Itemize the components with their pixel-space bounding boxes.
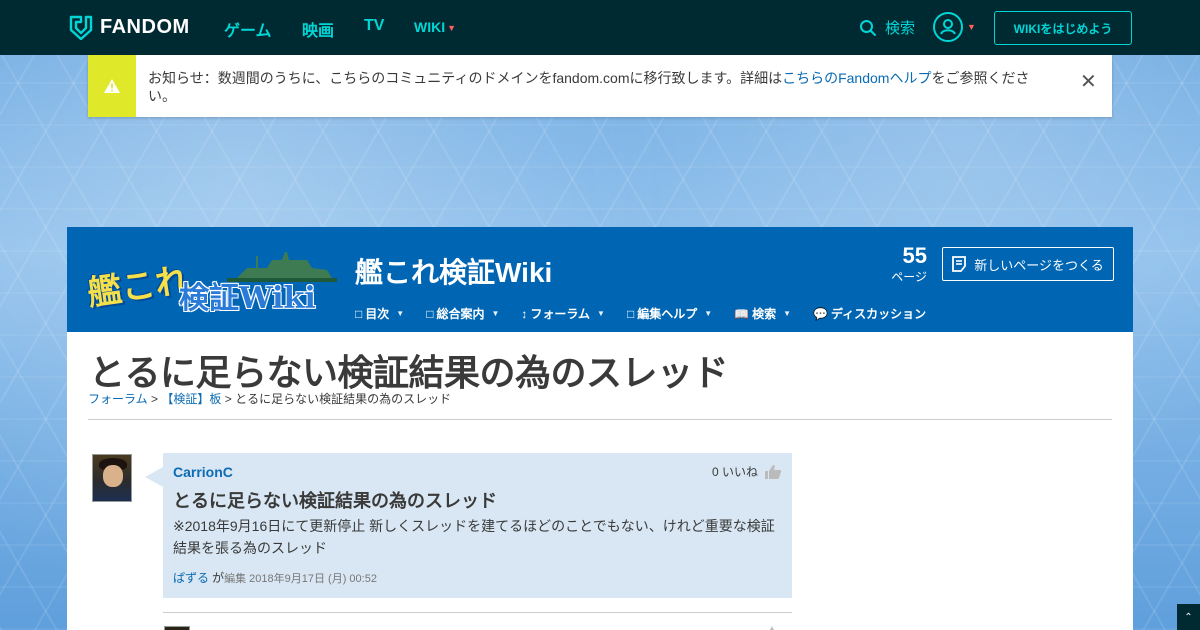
new-page-button-label: 新しいページをつくる [974,257,1104,273]
nav-link-movies[interactable]: 映画 [302,17,334,41]
notification-banner: お知らせ：数週間のうちに、こちらのコミュニティのドメインをfandom.comに… [88,55,1112,117]
message-pointer [145,466,165,488]
banner-message: お知らせ：数週間のうちに、こちらのコミュニティのドメインをfandom.comに… [148,69,1038,105]
global-search[interactable]: 検索 [859,17,915,38]
banner-help-link[interactable]: こちらのFandomヘルプ [782,70,931,86]
fandom-wordmark: FANDOM [100,15,190,38]
edited-label: 編集 [224,573,247,585]
chevron-down-icon: ▼ [491,309,500,318]
likes-count: 0 いいね [711,465,758,479]
breadcrumb-separator: > [224,392,232,406]
breadcrumb-separator: > [150,392,158,406]
page-count-label: ページ [891,270,927,284]
title-divider [88,419,1112,420]
message-edit-meta: ぱずる が編集 2018年9月17日 (月) 00:52 [173,569,377,586]
avatar-face [103,465,123,487]
chevron-down-icon: ▼ [396,309,405,318]
local-nav-guide[interactable]: □ 総合案内 ▼ [426,305,499,322]
nav-link-wiki-label: WIKI [414,19,446,35]
forum-message: CarrionC 0 いいね とるに足らない検証結果の為のスレッド ※2018年… [163,453,792,598]
warning-icon [104,79,120,93]
page-count-number: 55 [902,243,927,268]
reply-avatar[interactable] [164,626,190,630]
nav-link-tv[interactable]: TV [364,17,384,35]
new-page-icon [952,256,967,272]
local-nav-toc[interactable]: □ 目次 ▼ [355,305,404,322]
message-title: とるに足らない検証結果の為のスレッド [173,491,497,511]
nav-link-wiki[interactable]: WIKI ▼ [414,19,456,35]
page-counter: 55 ページ [887,243,927,285]
breadcrumb-forum-link[interactable]: フォーラム [88,392,148,406]
editor-link[interactable]: ぱずる [173,571,209,585]
breadcrumb: フォーラム > 【検証】板 > とるに足らない検証結果の為のスレッド [88,390,451,407]
chevron-down-icon: ▼ [783,309,792,318]
scroll-to-top-button[interactable]: ⌃ [1177,604,1200,630]
message-likes[interactable]: 0 いいね [712,463,782,480]
local-nav-guide-label: 総合案内 [436,307,485,321]
local-nav-forum-label: フォーラム [530,307,591,321]
search-label: 検索 [885,20,916,37]
local-nav-discussions[interactable]: 💬 ディスカッション [813,305,926,322]
edit-help-icon: □ [626,306,635,321]
chevron-down-icon: ▼ [597,309,605,318]
fandom-logo[interactable]: FANDOM [68,14,190,40]
nav-link-games[interactable]: ゲーム [224,17,272,41]
search-icon [860,19,876,36]
wiki-logo-kore: 艦これ [85,260,192,314]
forum-icon: ↕ [521,306,528,321]
wiki-logo[interactable]: 艦これ 検証Wiki [85,245,337,316]
wiki-logo-kensho: 検証Wiki [179,281,316,316]
banner-text-before: お知らせ：数週間のうちに、こちらのコミュニティのドメインをfandom.comに… [148,70,783,86]
page-title: とるに足らない検証結果の為のスレッド [89,353,729,394]
editor-particle: が [212,571,225,585]
account-chevron-down-icon[interactable]: ▼ [967,22,976,32]
community-header: 艦これ 検証Wiki 艦これ検証Wiki 55 ページ 新しいページをつくる □… [67,227,1133,332]
reply-thumbs-up-icon[interactable]: ▲ [767,624,779,630]
toc-icon: □ [355,306,363,321]
local-nav-edit-help-label: 編集ヘルプ [637,307,698,321]
banner-warning-box [88,55,136,117]
fandom-heart-icon [69,15,93,40]
breadcrumb-board-link[interactable]: 【検証】板 [161,392,221,406]
local-nav-edit-help[interactable]: □ 編集ヘルプ ▼ [627,305,712,322]
avatar[interactable] [92,454,132,502]
wiki-title[interactable]: 艦これ検証Wiki [355,251,552,291]
chat-bubble-icon: 💬 [813,306,828,321]
message-body: ※2018年9月16日にて更新停止 新しくスレッドを建てるほどのことでもない、け… [173,518,775,556]
chevron-down-icon: ▼ [704,309,713,318]
local-nav-search[interactable]: 📖 検索 ▼ [734,305,791,322]
message-author-link[interactable]: CarrionC [173,464,233,480]
book-icon: 📖 [734,306,750,321]
breadcrumb-current: とるに足らない検証結果の為のスレッド [235,392,452,406]
user-icon [940,19,956,35]
new-page-button[interactable]: 新しいページをつくる [942,247,1114,281]
chevron-double-up-icon: ⌃ [1184,611,1193,623]
guide-icon: □ [426,306,434,321]
local-nav-toc-label: 目次 [365,307,390,321]
chevron-down-icon: ▼ [447,23,457,34]
global-navigation: FANDOM ゲーム 映画 TV WIKI ▼ 検索 ▼ WIKIをはじめよう [0,0,1200,55]
user-avatar-icon[interactable] [933,12,963,42]
local-nav-discussions-label: ディスカッション [830,307,927,321]
thumbs-up-icon [765,464,782,479]
local-nav-forum[interactable]: ↕ フォーラム ▼ [521,305,605,322]
close-icon[interactable]: ✕ [1080,69,1097,94]
start-wiki-button[interactable]: WIKIをはじめよう [994,11,1132,45]
local-nav-search-label: 検索 [752,307,777,321]
edited-timestamp: 2018年9月17日 (月) 00:52 [249,573,377,585]
article-content: とるに足らない検証結果の為のスレッド フォーラム > 【検証】板 > とるに足ら… [67,332,1133,630]
reply-divider [163,612,792,613]
local-navigation: □ 目次 ▼ □ 総合案内 ▼ ↕ フォーラム ▼ □ 編集ヘルプ ▼ 📖 検索 ▼ 💬 ディスカッシ… [355,305,948,322]
